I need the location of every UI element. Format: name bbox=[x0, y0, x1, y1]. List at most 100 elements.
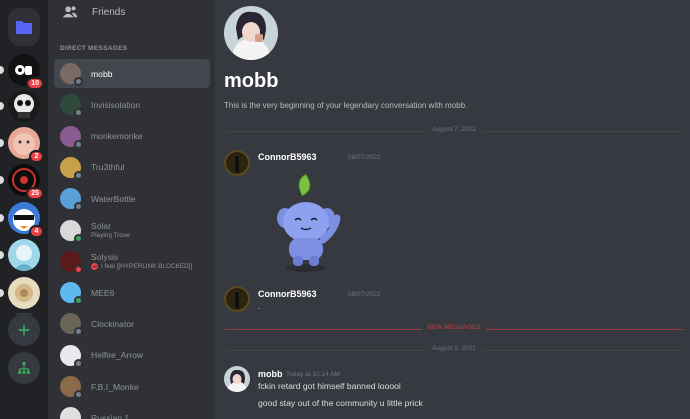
unread-pip bbox=[0, 66, 4, 74]
dm-text: mobb bbox=[91, 69, 113, 79]
avatar-image bbox=[60, 407, 81, 419]
mention-badge: 4 bbox=[29, 225, 44, 238]
friends-nav-item[interactable]: Friends bbox=[54, 0, 210, 24]
status-online-icon bbox=[74, 233, 83, 243]
dm-avatar bbox=[60, 407, 81, 419]
folder-icon bbox=[16, 21, 32, 34]
dm-item[interactable]: MEE6 bbox=[54, 278, 210, 307]
chat-area: mobb This is the very beginning of your … bbox=[215, 0, 690, 419]
message-author[interactable]: mobb bbox=[258, 369, 283, 379]
new-messages-label: NEW MESSAGES bbox=[422, 324, 486, 331]
dm-activity-text: I feel [[HYPERLINK BLOCKED]] bbox=[101, 263, 193, 271]
unread-pip bbox=[0, 214, 4, 222]
dm-avatar bbox=[60, 63, 83, 86]
dm-name: Tru3thful bbox=[91, 162, 125, 173]
dm-avatar bbox=[60, 282, 83, 306]
dm-name: Invisisolation bbox=[91, 99, 141, 110]
dm-section-header: DIRECT MESSAGES bbox=[60, 45, 128, 52]
server-icon-4[interactable]: 25 bbox=[0, 164, 44, 200]
dm-avatar bbox=[60, 125, 83, 149]
server-icon-7[interactable] bbox=[0, 277, 40, 309]
status-offline-icon bbox=[74, 202, 83, 212]
message-timestamp: 08/07/2022 bbox=[348, 291, 381, 298]
dm-avatar bbox=[60, 188, 83, 212]
dm-item[interactable]: monkemonke bbox=[54, 122, 210, 151]
unread-pip bbox=[0, 251, 4, 259]
recipient-avatar[interactable] bbox=[224, 6, 278, 60]
dm-name: WaterBottle bbox=[91, 193, 136, 204]
dm-text: F.B.I_Monke bbox=[91, 382, 139, 392]
dm-avatar bbox=[60, 219, 83, 243]
recipient-name: mobb bbox=[224, 70, 279, 92]
dm-avatar bbox=[60, 156, 83, 180]
unread-pip bbox=[0, 176, 4, 184]
dm-avatar bbox=[60, 250, 83, 274]
add-server-button[interactable] bbox=[8, 314, 40, 346]
dm-item[interactable]: Invisisolation bbox=[54, 90, 210, 119]
dm-avatar bbox=[60, 313, 83, 337]
date-divider: August 7, 2022 bbox=[225, 126, 683, 133]
status-offline-icon bbox=[74, 139, 83, 149]
server-folder[interactable] bbox=[8, 8, 40, 46]
dm-name: mobb bbox=[91, 68, 113, 79]
dm-item[interactable]: Solar Playing Trove bbox=[54, 216, 210, 245]
dm-text: Tru3thful bbox=[91, 162, 125, 172]
dm-activity-text: Playing Trove bbox=[91, 232, 130, 239]
message-avatar[interactable] bbox=[224, 366, 250, 392]
status-online-icon bbox=[74, 296, 83, 306]
message-author[interactable]: ConnorB5963 bbox=[258, 289, 317, 299]
date-divider-label: August 7, 2022 bbox=[427, 126, 481, 133]
message-author[interactable]: ConnorB5963 bbox=[258, 152, 317, 162]
server-icon-2[interactable] bbox=[0, 90, 40, 122]
dm-name: Clockinator bbox=[91, 318, 134, 329]
status-offline-icon bbox=[74, 327, 83, 337]
server-icon-1[interactable]: 10 bbox=[0, 54, 44, 90]
server-icon-6[interactable] bbox=[0, 239, 40, 271]
dm-sidebar: Friends DIRECT MESSAGES mobb Invisisolati… bbox=[48, 0, 215, 419]
mention-badge: 2 bbox=[29, 150, 44, 163]
dm-text: monkemonke bbox=[91, 131, 143, 141]
dm-activity: I feel [[HYPERLINK BLOCKED]] bbox=[91, 263, 193, 271]
dm-text: Russian 1 bbox=[91, 413, 129, 419]
status-offline-icon bbox=[74, 390, 83, 399]
explore-servers-button[interactable] bbox=[8, 352, 40, 384]
wumpus-sticker[interactable] bbox=[265, 170, 347, 274]
dm-item[interactable]: WaterBottle bbox=[54, 184, 210, 213]
dm-text: WaterBottle bbox=[91, 194, 136, 204]
message-text: good stay out of the community u little … bbox=[258, 398, 423, 408]
plus-icon bbox=[18, 324, 30, 336]
message-avatar[interactable] bbox=[224, 150, 250, 176]
dm-item[interactable]: F.B.I_Monke bbox=[54, 372, 210, 401]
status-offline-icon bbox=[74, 358, 83, 368]
dm-text: Solar Playing Trove bbox=[91, 221, 130, 239]
dm-name: Helfire_Arrow bbox=[91, 350, 144, 361]
dm-name: monkemonke bbox=[91, 131, 143, 142]
dm-item[interactable]: Russian 1 bbox=[54, 403, 210, 419]
dm-activity: Playing Trove bbox=[91, 232, 130, 239]
dm-text: Helfire_Arrow bbox=[91, 350, 143, 360]
dm-name: Solar bbox=[91, 221, 112, 231]
dm-name: Solysis bbox=[91, 252, 119, 263]
message-text: . bbox=[258, 301, 261, 311]
status-offline-icon bbox=[74, 77, 83, 86]
dm-item[interactable]: Clockinator bbox=[54, 309, 210, 338]
unread-pip bbox=[0, 102, 4, 110]
server-icon-5[interactable]: 4 bbox=[0, 202, 44, 238]
server-icon-3[interactable]: 2 bbox=[0, 127, 44, 163]
dm-avatar bbox=[60, 94, 83, 118]
unread-pip bbox=[0, 139, 4, 147]
dm-item[interactable]: Helfire_Arrow bbox=[54, 341, 210, 370]
dm-item[interactable]: Tru3thful bbox=[54, 153, 210, 182]
message-avatar[interactable] bbox=[224, 286, 250, 312]
dm-text: Solysis I feel [[HYPERLINK BLOCKED]] bbox=[91, 252, 193, 271]
dm-text: MEE6 bbox=[91, 288, 114, 298]
server-avatar bbox=[8, 90, 40, 122]
unread-pip bbox=[0, 289, 4, 297]
dm-name: Russian 1 bbox=[91, 412, 130, 419]
conversation-intro: This is the very beginning of your legen… bbox=[224, 101, 468, 110]
dm-item[interactable]: Solysis I feel [[HYPERLINK BLOCKED]] bbox=[54, 247, 210, 276]
friends-label: Friends bbox=[92, 6, 126, 18]
dnd-icon bbox=[91, 263, 98, 271]
dm-item[interactable]: mobb bbox=[54, 59, 210, 88]
server-rail: 10 2 25 4 bbox=[0, 0, 48, 419]
